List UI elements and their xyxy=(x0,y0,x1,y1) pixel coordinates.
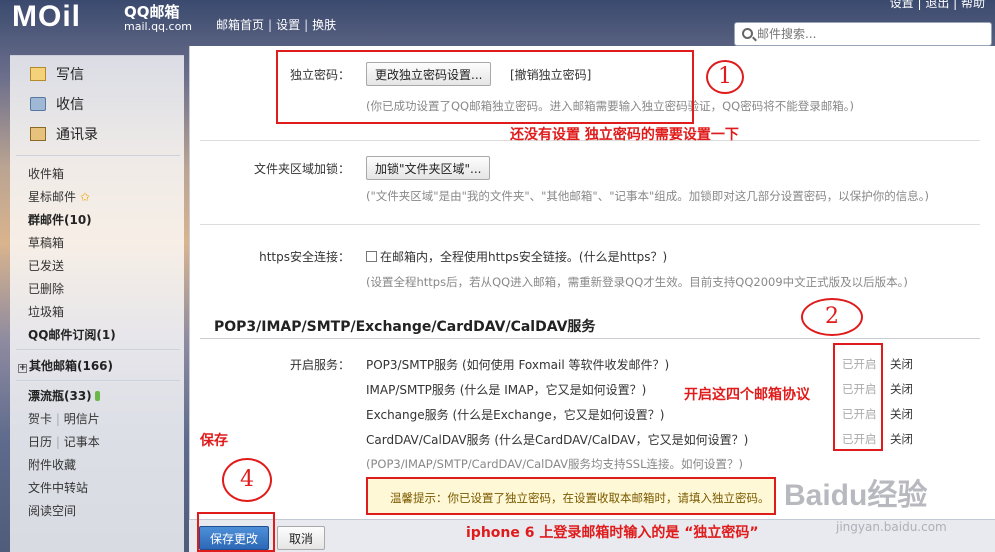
annotation-note-save: 保存 xyxy=(200,433,228,449)
app-reading-space[interactable]: 阅读空间 xyxy=(28,502,76,519)
card-links: 贺卡 | 明信片 xyxy=(28,412,100,426)
sidebar: 写信 收信 通讯录 收件箱 星标邮件 ✩ 群邮件(10) 草稿箱 已发送 已删除… xyxy=(10,55,184,552)
https-checkbox[interactable] xyxy=(366,251,377,262)
annotation-box-services xyxy=(833,343,883,451)
divider xyxy=(200,224,980,225)
logo-title: QQ邮箱 xyxy=(124,3,180,21)
drift-bottle[interactable]: 漂流瓶(33) xyxy=(28,387,100,404)
expand-icon[interactable]: + xyxy=(18,364,27,373)
folder-subscriptions[interactable]: QQ邮件订阅(1) xyxy=(28,326,116,343)
nav-mail-home[interactable]: 邮箱首页 xyxy=(216,18,264,32)
cancel-button[interactable]: 取消 xyxy=(277,526,325,550)
https-option[interactable]: 在邮箱内，全程使用https安全链接。(什么是https？) xyxy=(366,248,667,265)
search-icon xyxy=(742,28,753,39)
app-notes[interactable]: 记事本 xyxy=(64,435,100,449)
sidebar-inbox-check[interactable]: 收信 xyxy=(30,94,84,116)
app-file-transfer[interactable]: 文件中转站 xyxy=(28,479,88,496)
service-imap-off[interactable]: 关闭 xyxy=(890,381,913,397)
services-title: POP3/IMAP/SMTP/Exchange/CardDAV/CalDAV服务 xyxy=(214,319,596,335)
search-input[interactable] xyxy=(757,26,977,42)
top-right-links[interactable]: 设置 | 退出 | 帮助 xyxy=(890,0,985,11)
annotation-circle-4: 4 xyxy=(222,458,272,502)
inbox-icon xyxy=(30,97,46,111)
service-pop3-off[interactable]: 关闭 xyxy=(890,356,913,372)
annotation-box-password xyxy=(276,50,694,124)
folder-inbox[interactable]: 收件箱 xyxy=(28,165,64,182)
app-calendar[interactable]: 日历 xyxy=(28,435,52,449)
nav-skin[interactable]: 换肤 xyxy=(312,18,336,32)
app-card[interactable]: 贺卡 xyxy=(28,412,52,426)
tip-text: 温馨提示：你已设置了独立密码，在设置收取本邮箱时，请填入独立密码。 xyxy=(390,491,770,505)
annotation-note-services: 开启这四个邮箱协议 xyxy=(684,387,810,403)
qq-mail-logo[interactable]: MOil xyxy=(12,0,81,34)
folder-starred[interactable]: 星标邮件 ✩ xyxy=(28,188,90,205)
logo-url: mail.qq.com xyxy=(124,20,193,33)
folder-lock-label: 文件夹区域加锁： xyxy=(253,162,350,176)
folder-lock-button[interactable]: 加锁"文件夹区域"... xyxy=(366,156,491,180)
sidebar-write[interactable]: 写信 xyxy=(30,64,84,86)
annotation-note-password: 还没有设置 独立密码的需要设置一下 xyxy=(510,127,739,143)
folder-lock-hint: ("文件夹区域"是由"我的文件夹"、"其他邮箱"、"记事本"组成。加锁即对这几部… xyxy=(366,189,930,203)
annotation-note-iphone: iphone 6 上登录邮箱时输入的是 “独立密码” xyxy=(466,525,759,541)
annotation-box-save xyxy=(197,512,275,552)
service-exchange[interactable]: Exchange服务 (什么是Exchange，它又是如何设置？) xyxy=(366,406,664,423)
divider xyxy=(16,155,180,156)
watermark-url: jingyan.baidu.com xyxy=(836,520,947,534)
divider xyxy=(16,380,180,381)
annotation-circle-1: 1 xyxy=(706,60,744,94)
app-favorites[interactable]: 附件收藏 xyxy=(28,456,76,473)
folder-spam[interactable]: 垃圾箱 xyxy=(28,303,64,320)
ssl-hint: (POP3/IMAP/SMTP/CardDAV/CalDAV服务均支持SSL连接… xyxy=(366,457,743,471)
folder-group-mail[interactable]: 群邮件(10) xyxy=(28,211,92,228)
contacts-icon xyxy=(30,127,46,141)
other-mailboxes[interactable]: + 其他邮箱(166) xyxy=(18,357,113,374)
divider xyxy=(16,349,180,350)
enable-services-label: 开启服务： xyxy=(289,358,350,372)
nav-settings[interactable]: 设置 xyxy=(276,18,300,32)
https-label: https安全连接： xyxy=(259,250,350,264)
bottle-icon xyxy=(94,391,100,401)
divider xyxy=(200,338,980,339)
calendar-links: 日历 | 记事本 xyxy=(28,435,100,449)
service-imap-smtp[interactable]: IMAP/SMTP服务 (什么是 IMAP，它又是如何设置？) xyxy=(366,381,646,398)
service-carddav-off[interactable]: 关闭 xyxy=(890,431,913,447)
sidebar-contacts[interactable]: 通讯录 xyxy=(30,124,98,146)
https-hint: (设置全程https后，若从QQ进入邮箱，需重新登录QQ才生效。目前支持QQ20… xyxy=(366,275,908,289)
tip-box: 温馨提示：你已设置了独立密码，在设置收取本邮箱时，请填入独立密码。 xyxy=(366,477,776,515)
app-postcard[interactable]: 明信片 xyxy=(64,412,100,426)
service-carddav-caldav[interactable]: CardDAV/CalDAV服务 (什么是CardDAV/CalDAV，它又是如… xyxy=(366,431,748,448)
star-icon: ✩ xyxy=(79,190,90,204)
pencil-icon xyxy=(30,67,46,81)
top-bar: MOil QQ邮箱 mail.qq.com 邮箱首页 | 设置 | 换肤 设置 | 退出… xyxy=(0,0,995,48)
service-exchange-off[interactable]: 关闭 xyxy=(890,406,913,422)
folder-drafts[interactable]: 草稿箱 xyxy=(28,234,64,251)
folder-deleted[interactable]: 已删除 xyxy=(28,280,64,297)
top-nav: 邮箱首页 | 设置 | 换肤 xyxy=(216,18,337,32)
baidu-jingyan-watermark: Baidu经验 xyxy=(784,479,928,512)
service-pop3-smtp[interactable]: POP3/SMTP服务 (如何使用 Foxmail 等软件收发邮件？) xyxy=(366,356,669,373)
mail-search-box[interactable] xyxy=(734,22,992,46)
folder-sent[interactable]: 已发送 xyxy=(28,257,64,274)
annotation-circle-2: 2 xyxy=(801,298,863,336)
